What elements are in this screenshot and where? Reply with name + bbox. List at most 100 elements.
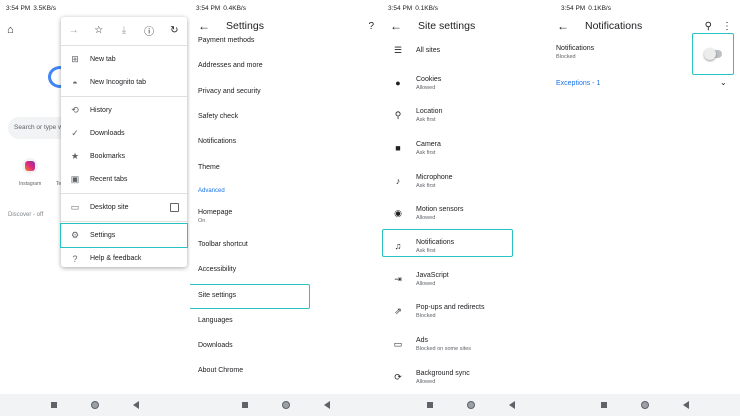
status-time: 3:54 PM [388,4,413,12]
settings-row-languages[interactable]: Languages [190,308,382,333]
settings-list: Payment methods Addresses and more Priva… [190,28,382,384]
row-label: Addresses and more [198,62,263,70]
highlight-toggle [692,33,734,75]
star-icon[interactable]: ☆ [92,25,106,36]
settings-row-downloads[interactable]: Downloads [190,333,382,358]
status-speed: 0.1KB/s [588,4,611,12]
settings-row-notifications[interactable]: Notifications [190,129,382,154]
exceptions-link[interactable]: Exceptions - 1 [556,80,600,87]
chrome-overflow-menu: → ☆ ⤓ ⓘ ↻ ⊞ New tab ◓ New Incognito tab ⟲ H… [60,17,188,270]
menu-item-label: Settings [90,232,116,239]
home-button[interactable] [282,401,290,409]
settings-row-about-chrome[interactable]: About Chrome [190,358,382,383]
site-row-ads[interactable]: ▭ Ads Blocked on some sites [382,328,560,361]
row-label: Toolbar shortcut [198,240,248,248]
shortcut-tile-instagram[interactable] [22,158,38,174]
download-icon[interactable]: ⤓ [117,25,131,36]
row-label: JavaScript [416,271,449,279]
discover-status: Discover - off [8,212,44,218]
site-row-microphone[interactable]: ♪ Microphone Ask first [382,165,560,198]
row-sublabel: Allowed [416,84,436,91]
site-row-background-sync[interactable]: ⟳ Background sync Allowed [382,361,560,394]
menu-item-new-tab[interactable]: ⊞ New tab [61,48,187,71]
menu-item-recent-tabs[interactable]: ▣ Recent tabs [61,168,187,191]
settings-row-theme[interactable]: Theme [190,154,382,179]
chevron-down-icon[interactable]: ⌄ [720,78,727,87]
menu-item-settings[interactable]: ⚙ Settings [60,223,188,248]
status-time: 3:54 PM [6,4,31,12]
home-button[interactable] [640,401,649,409]
downloads-icon: ✓ [71,128,79,138]
recents-button[interactable] [51,402,57,408]
highlight-site-settings [190,284,310,309]
back-arrow-icon[interactable]: ← [557,19,569,33]
recents-button[interactable] [242,402,248,408]
divider [61,96,187,97]
back-button[interactable] [324,401,330,409]
reload-icon[interactable]: ↻ [167,25,181,36]
menu-item-label: Downloads [90,130,125,137]
menu-item-label: History [90,107,112,114]
instagram-icon [25,161,35,171]
site-row-javascript[interactable]: ⇥ JavaScript Allowed [382,263,560,296]
back-button[interactable] [682,401,689,409]
list-icon: ☰ [393,44,403,55]
settings-row-accessibility[interactable]: Accessibility [190,257,382,282]
site-settings-panel: 3:54 PM 0.1KB/s ← Site settings ☰ All sit… [382,0,560,416]
menu-item-new-incognito-tab[interactable]: ◓ New Incognito tab [61,71,187,94]
home-icon[interactable]: ⌂ [7,24,14,36]
status-speed: 0.4KB/s [223,4,246,12]
row-label: Notifications [198,138,237,146]
row-label: Background sync [416,369,470,377]
row-label: All sites [416,46,441,54]
back-button[interactable] [133,401,139,409]
site-row-motion-sensors[interactable]: ◉ Motion sensors Allowed [382,197,560,230]
bookmarks-star-icon: ★ [70,151,80,161]
menu-item-bookmarks[interactable]: ★ Bookmarks [61,145,187,168]
row-label: Homepage [198,209,233,217]
recent-tabs-icon: ▣ [70,174,80,184]
notifications-toggle[interactable] [704,48,722,60]
notifications-panel: 3:54 PM 0.1KB/s ← Notifications ⚲ ⋮ Notif… [549,0,740,416]
incognito-icon: ◓ [72,77,78,88]
site-settings-list: ☰ All sites ● Cookies Allowed ⚲ Location Ask … [382,34,560,394]
settings-row-homepage[interactable]: Homepage On [190,202,382,232]
site-row-cookies[interactable]: ● Cookies Allowed [382,67,560,100]
menu-item-downloads[interactable]: ✓ Downloads [61,122,187,145]
forward-icon[interactable]: → [67,25,81,36]
site-settings-app-bar: ← Site settings [382,16,560,36]
row-sublabel: Blocked on some sites [416,346,472,353]
menu-item-desktop-site[interactable]: ▭ Desktop site [61,196,187,219]
settings-row-safety-check[interactable]: Safety check [190,104,382,129]
site-row-location[interactable]: ⚲ Location Ask first [382,99,560,132]
back-button[interactable] [509,401,515,409]
home-button[interactable] [467,401,475,409]
popup-icon: ⇗ [394,306,402,317]
search-icon[interactable]: ⚲ [705,21,712,32]
site-row-all-sites[interactable]: ☰ All sites [382,34,560,67]
settings-row-privacy[interactable]: Privacy and security [190,79,382,104]
row-label: Payment methods [198,37,255,45]
home-button[interactable] [91,401,99,409]
menu-item-history[interactable]: ⟲ History [61,99,187,122]
recents-button[interactable] [600,402,607,408]
menu-item-help-feedback[interactable]: ? Help & feedback [61,247,187,270]
back-arrow-icon[interactable]: ← [390,19,402,33]
settings-row-toolbar-shortcut[interactable]: Toolbar shortcut [190,232,382,257]
sync-icon: ⟳ [394,371,402,382]
desktop-icon: ▭ [70,202,80,212]
site-row-camera[interactable]: ■ Camera Ask first [382,132,560,165]
site-row-popups[interactable]: ⇗ Pop-ups and redirects Blocked [382,296,560,329]
row-sublabel: Ask first [416,182,436,189]
info-icon[interactable]: ⓘ [142,23,156,38]
row-label: Cookies [416,75,442,83]
row-label: Location [416,108,443,116]
settings-row-addresses[interactable]: Addresses and more [190,53,382,78]
help-icon: ? [72,253,78,264]
row-label: Microphone [416,173,453,181]
recents-button[interactable] [427,402,433,408]
desktop-site-checkbox[interactable] [170,203,179,212]
settings-row-payment-methods[interactable]: Payment methods [190,28,382,53]
row-sublabel: Ask first [416,117,436,124]
more-vert-icon[interactable]: ⋮ [722,21,732,32]
